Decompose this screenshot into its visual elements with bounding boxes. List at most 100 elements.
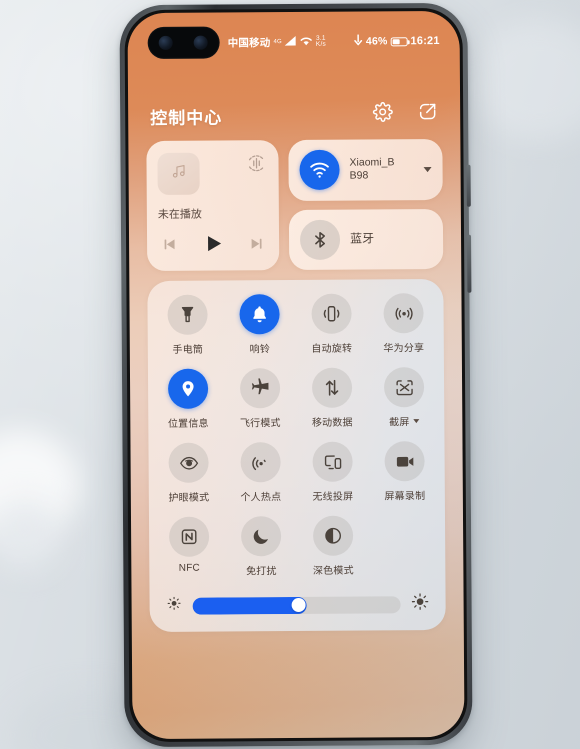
- music-note-icon: [170, 163, 187, 185]
- hotspot-icon[interactable]: [240, 442, 281, 483]
- brightness-low-icon: [166, 595, 183, 617]
- quick-toggles-panel: 手电筒 响铃 自动旋转 华为分享 位置信息 飞行模式 移动数据 截屏 护眼模式 …: [147, 278, 446, 633]
- chevron-down-icon[interactable]: [423, 166, 432, 172]
- top-cards-row: 未在播放 Xiaomi_B B98 蓝牙: [146, 138, 444, 272]
- toggle-row: 手电筒 响铃 自动旋转 华为分享: [151, 293, 440, 369]
- media-player-card[interactable]: 未在播放: [146, 140, 280, 272]
- carrier-label: 中国移动: [227, 36, 271, 49]
- toggle-flashlight[interactable]: 手电筒: [151, 294, 224, 370]
- toggle-screen-record[interactable]: 屏幕录制: [368, 441, 441, 516]
- toggle-mobile-data[interactable]: 移动数据: [296, 367, 369, 442]
- toggle-label: 华为分享: [383, 343, 425, 355]
- play-icon[interactable]: [201, 231, 225, 260]
- toggle-ring[interactable]: 响铃: [223, 294, 296, 369]
- media-controls: [158, 231, 268, 261]
- toggle-nfc[interactable]: NFC: [153, 516, 226, 591]
- battery-charging-icon: [390, 36, 408, 46]
- bluetooth-label: 蓝牙: [350, 231, 375, 246]
- punch-hole-camera: [147, 26, 220, 60]
- media-card-top: [157, 152, 267, 195]
- wifi-ssid-line1: Xiaomi_B: [349, 156, 395, 169]
- connectivity-column: Xiaomi_B B98 蓝牙: [288, 138, 444, 271]
- toggle-label: 个人热点: [240, 492, 282, 504]
- page-title: 控制中心: [150, 108, 223, 128]
- brightness-slider[interactable]: [192, 595, 401, 615]
- toggle-row: NFC 免打扰 深色模式: [153, 515, 442, 591]
- edit-icon[interactable]: [417, 101, 438, 127]
- toggle-label: 截屏: [389, 417, 410, 429]
- toggle-location[interactable]: 位置信息: [152, 368, 225, 444]
- screen-record-icon[interactable]: [384, 441, 425, 482]
- moon-icon[interactable]: [240, 516, 282, 557]
- toggle-label: 手电筒: [172, 344, 204, 356]
- skip-previous-icon[interactable]: [161, 235, 178, 257]
- camera-lens-icon: [193, 35, 208, 50]
- toggle-row: 位置信息 飞行模式 移动数据 截屏: [152, 367, 441, 443]
- chevron-down-icon[interactable]: [413, 418, 420, 423]
- toggle-label: NFC: [178, 562, 200, 574]
- flashlight-icon[interactable]: [167, 294, 208, 335]
- auto-rotate-icon[interactable]: [311, 293, 352, 334]
- skip-next-icon[interactable]: [248, 235, 265, 257]
- toggle-airplane-mode[interactable]: 飞行模式: [224, 368, 297, 443]
- control-center-body: 未在播放 Xiaomi_B B98 蓝牙 手电筒 响铃 自动旋转 华为分享 位置…: [128, 138, 464, 739]
- toggle-row: 护眼模式 个人热点 无线投屏 屏幕录制: [152, 441, 441, 517]
- toggle-dark-mode[interactable]: 深色模式: [297, 515, 370, 590]
- toggle-label: 免打扰: [246, 566, 277, 578]
- toggle-label: 屏幕录制: [384, 491, 426, 503]
- data-rate-unit: K/s: [315, 40, 326, 48]
- toggle-label: 自动旋转: [311, 343, 353, 355]
- toggle-do-not-disturb[interactable]: 免打扰: [225, 516, 298, 591]
- bluetooth-card[interactable]: 蓝牙: [288, 208, 444, 271]
- wifi-ssid-line2: B98: [349, 169, 369, 182]
- wifi-card[interactable]: Xiaomi_B B98: [288, 138, 443, 201]
- brightness-high-icon: [411, 592, 430, 616]
- toggle-label: 位置信息: [167, 418, 209, 430]
- toggle-auto-rotate[interactable]: 自动旋转: [295, 293, 368, 368]
- bluetooth-icon[interactable]: [299, 219, 341, 260]
- wifi-icon[interactable]: [299, 149, 340, 191]
- airplane-icon[interactable]: [239, 368, 281, 409]
- toggle-label: 深色模式: [312, 565, 354, 577]
- toggle-hotspot[interactable]: 个人热点: [224, 442, 297, 517]
- phone-device: 中国移动 4G 3.1 K/s 46% 16:21 控制中心 未在播放 Xiao…: [119, 2, 473, 748]
- power-button[interactable]: [467, 234, 472, 293]
- location-pin-icon[interactable]: [167, 368, 209, 409]
- data-rate: 3.1 K/s: [315, 34, 326, 48]
- alarm-icon: [354, 33, 363, 49]
- toggle-label: 无线投屏: [312, 491, 354, 503]
- toggle-wireless-projection[interactable]: 无线投屏: [296, 441, 369, 516]
- screen-cast-icon[interactable]: [312, 441, 353, 482]
- header-actions: [372, 101, 438, 127]
- status-bar-right: 46% 16:21: [354, 33, 440, 49]
- toggle-huawei-share[interactable]: 华为分享: [367, 293, 440, 368]
- mobile-data-icon[interactable]: [311, 367, 353, 408]
- status-bar-left: 中国移动 4G 3.1 K/s: [228, 34, 326, 50]
- dark-mode-icon[interactable]: [312, 515, 354, 556]
- cast-audio-icon[interactable]: [245, 152, 267, 174]
- toggle-label-with-caret[interactable]: 截屏: [389, 413, 420, 428]
- album-art-placeholder: [157, 152, 200, 195]
- bell-icon[interactable]: [239, 294, 280, 335]
- clock-label: 16:21: [410, 34, 440, 48]
- toggle-screenshot[interactable]: 截屏: [368, 367, 441, 442]
- toggle-label: 飞行模式: [239, 418, 281, 430]
- toggle-label: 响铃: [249, 344, 271, 356]
- phone-screen: 中国移动 4G 3.1 K/s 46% 16:21 控制中心 未在播放 Xiao…: [127, 10, 465, 740]
- huawei-share-icon[interactable]: [383, 293, 424, 334]
- camera-lens-icon: [158, 35, 173, 50]
- eye-comfort-icon[interactable]: [168, 442, 209, 483]
- toggle-eye-comfort[interactable]: 护眼模式: [152, 442, 225, 518]
- toggle-label: 移动数据: [311, 417, 353, 429]
- phone-bezel: 中国移动 4G 3.1 K/s 46% 16:21 控制中心 未在播放 Xiao…: [124, 7, 468, 743]
- gear-icon[interactable]: [372, 101, 393, 127]
- wifi-icon: [300, 35, 313, 48]
- media-status-label: 未在播放: [157, 208, 202, 221]
- brightness-fill: [192, 596, 308, 615]
- wifi-label: Xiaomi_B B98: [349, 157, 394, 183]
- screenshot-icon[interactable]: [383, 367, 425, 408]
- brightness-slider-row[interactable]: [154, 589, 442, 624]
- nfc-icon[interactable]: [168, 516, 210, 557]
- toggle-label: 护眼模式: [168, 492, 210, 504]
- volume-button[interactable]: [466, 164, 471, 207]
